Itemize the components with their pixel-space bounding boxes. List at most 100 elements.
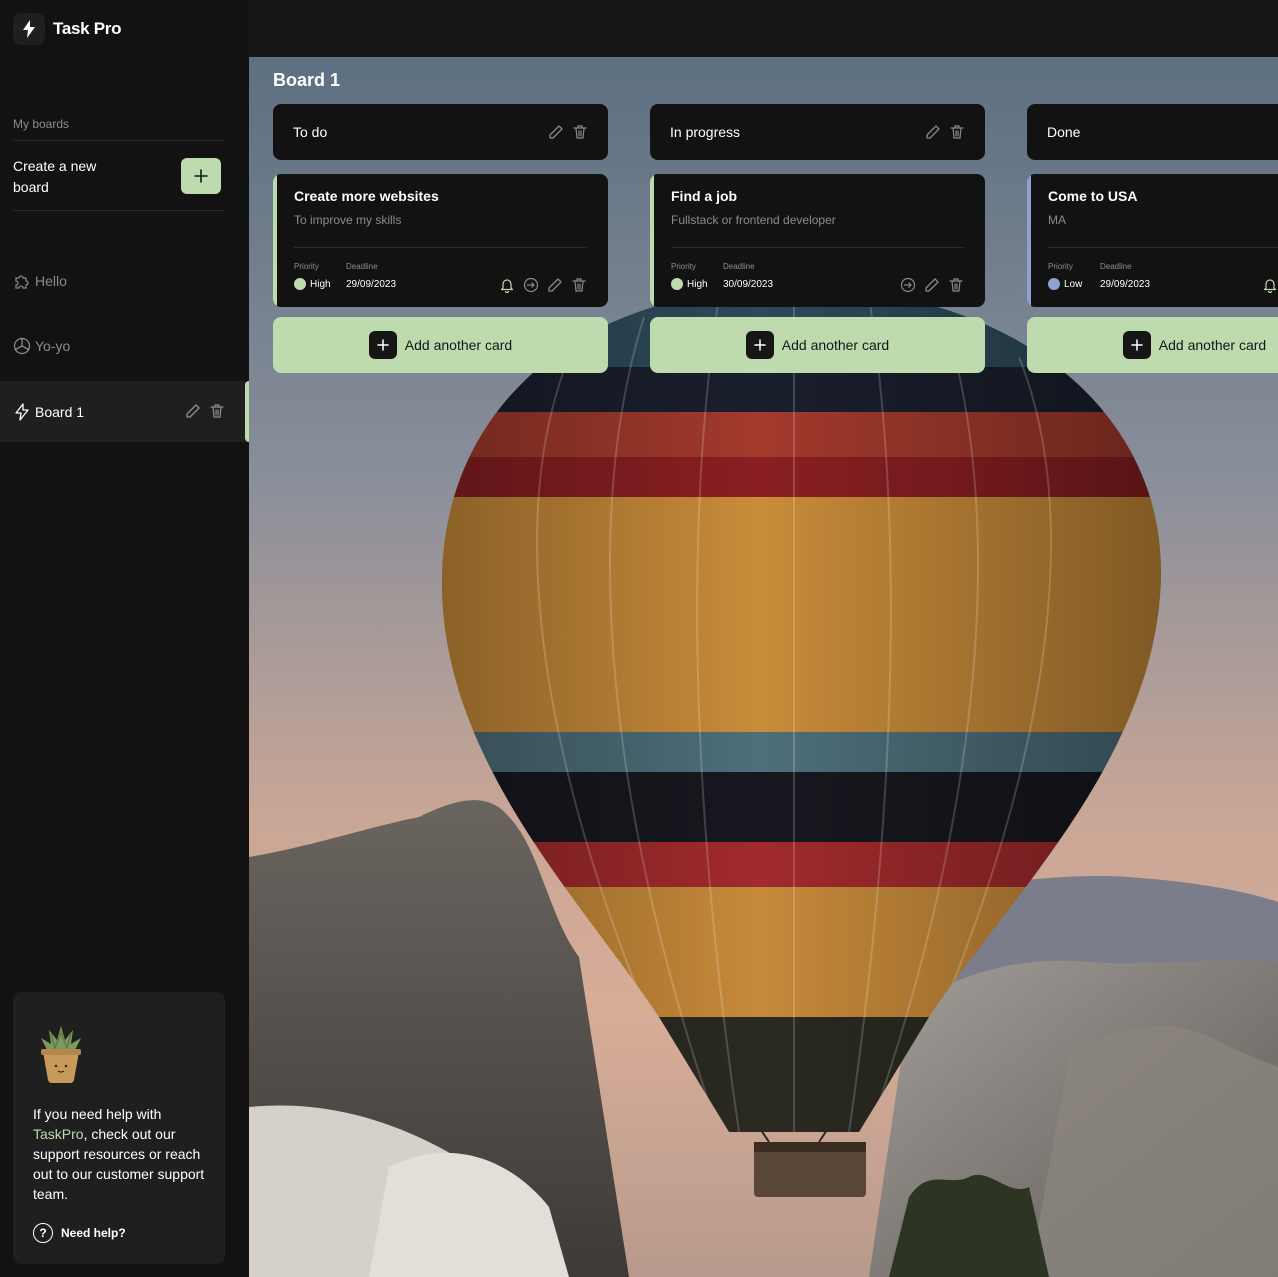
card-description: MA — [1048, 213, 1066, 227]
plus-icon — [194, 169, 208, 183]
my-boards-label: My boards — [13, 117, 70, 131]
add-card-label: Add another card — [1158, 337, 1267, 353]
app-name: Task Pro — [53, 19, 122, 38]
sidebar-board-hello[interactable]: Hello — [0, 250, 249, 311]
priority-value: Low — [1048, 278, 1082, 290]
sidebar-board-label: Board 1 — [35, 403, 85, 420]
plus-icon — [745, 331, 774, 359]
column-header: To do — [273, 104, 608, 160]
priority-label: Priority — [294, 262, 319, 271]
board-title: Board 1 — [273, 70, 341, 90]
help-text-start: If you need help with — [33, 1106, 162, 1122]
cactus-illustration — [37, 1022, 85, 1084]
create-board-label: Create a new board — [13, 158, 97, 195]
board-actions — [185, 403, 225, 419]
card-description: To improve my skills — [294, 213, 402, 227]
card-divider — [1048, 247, 1278, 248]
deadline-value: 29/09/2023 — [1100, 279, 1151, 290]
help-text: If you need help with TaskPro, check out… — [33, 1104, 213, 1204]
priority-value: High — [294, 278, 331, 290]
deadline-label: Deadline — [723, 262, 755, 271]
deadline-value: 30/09/2023 — [723, 279, 774, 290]
priority-text: High — [687, 278, 708, 290]
add-card-label: Add another card — [781, 337, 890, 353]
priority-dot — [294, 278, 306, 290]
add-card-button[interactable]: Add another card — [1027, 317, 1278, 373]
card-title: Come to USA — [1048, 188, 1138, 204]
card-divider — [671, 247, 964, 248]
need-help-button[interactable]: ? Need help? — [33, 1223, 126, 1243]
column-title: In progress — [670, 124, 741, 140]
card-actions — [499, 277, 587, 293]
help-brand-link[interactable]: TaskPro — [33, 1126, 84, 1142]
plus-icon — [1122, 331, 1151, 359]
pencil-icon[interactable] — [925, 124, 941, 140]
card-actions — [1262, 277, 1278, 293]
sidebar-board-label: Hello — [35, 272, 67, 289]
sidebar-board-yo-yo[interactable]: Yo-yo — [0, 315, 249, 376]
priority-text: Low — [1064, 278, 1083, 290]
task-card[interactable]: Find a job Fullstack or frontend develop… — [650, 174, 985, 307]
pencil-icon[interactable] — [924, 277, 940, 293]
help-panel: If you need help with TaskPro, check out… — [13, 992, 225, 1264]
priority-dot — [671, 278, 683, 290]
card-actions — [900, 277, 964, 293]
trash-icon[interactable] — [571, 277, 587, 293]
column-actions — [925, 124, 965, 140]
board-canvas: Board 1 To do Create more websites To im… — [249, 57, 1278, 1277]
trash-icon[interactable] — [949, 124, 965, 140]
bell-icon[interactable] — [1262, 277, 1278, 293]
lightning-icon — [13, 402, 31, 421]
create-board-section: Create a new board — [13, 140, 225, 211]
column-title: Done — [1047, 124, 1081, 140]
move-arrow-icon[interactable] — [523, 277, 539, 293]
priority-value: High — [671, 278, 708, 290]
column-title: To do — [293, 124, 328, 140]
deadline-label: Deadline — [1100, 262, 1132, 271]
deadline-value: 29/09/2023 — [346, 279, 397, 290]
card-title: Find a job — [671, 188, 738, 204]
column-in-progress: In progress Find a job Fullstack or fron… — [650, 104, 985, 373]
card-description: Fullstack or frontend developer — [671, 213, 836, 227]
sidebar-board-board-1[interactable]: Board 1 — [0, 381, 249, 442]
priority-dot — [1048, 278, 1060, 290]
help-circle-icon: ? — [33, 1223, 53, 1243]
task-card[interactable]: Create more websites To improve my skill… — [273, 174, 608, 307]
bell-icon[interactable] — [499, 277, 515, 293]
trash-icon[interactable] — [948, 277, 964, 293]
pencil-icon[interactable] — [548, 124, 564, 140]
task-card[interactable]: Come to USA MA Priority Deadline Low 29/… — [1027, 174, 1278, 307]
top-header — [249, 0, 1278, 57]
add-card-button[interactable]: Add another card — [650, 317, 985, 373]
puzzle-icon — [13, 272, 31, 290]
pencil-icon[interactable] — [185, 403, 201, 419]
trash-icon[interactable] — [209, 403, 225, 419]
deadline-label: Deadline — [346, 262, 378, 271]
add-card-label: Add another card — [404, 337, 513, 353]
sidebar: Task Pro My boards Create a new board He… — [0, 0, 249, 1277]
card-title: Create more websites — [294, 188, 439, 204]
column-to-do: To do Create more websites To improve my… — [273, 104, 608, 373]
priority-text: High — [310, 278, 331, 290]
card-divider — [294, 247, 587, 248]
plus-icon — [368, 331, 397, 359]
sidebar-board-label: Yo-yo — [35, 337, 71, 354]
trash-icon[interactable] — [572, 124, 588, 140]
priority-stripe — [650, 174, 654, 307]
create-board-button[interactable] — [181, 158, 221, 194]
priority-label: Priority — [1048, 262, 1073, 271]
pencil-icon[interactable] — [547, 277, 563, 293]
move-arrow-icon[interactable] — [900, 277, 916, 293]
column-header: In progress — [650, 104, 985, 160]
priority-stripe — [1027, 174, 1031, 307]
app-logo[interactable]: Task Pro — [13, 13, 121, 45]
priority-stripe — [273, 174, 277, 307]
lightning-icon — [13, 13, 45, 45]
column-actions — [548, 124, 588, 140]
column-header: Done — [1027, 104, 1278, 160]
column-done: Done Come to USA MA Priority Deadline Lo… — [1027, 104, 1278, 373]
colors-icon — [13, 337, 31, 355]
add-card-button[interactable]: Add another card — [273, 317, 608, 373]
priority-label: Priority — [671, 262, 696, 271]
need-help-label: Need help? — [61, 1226, 126, 1240]
